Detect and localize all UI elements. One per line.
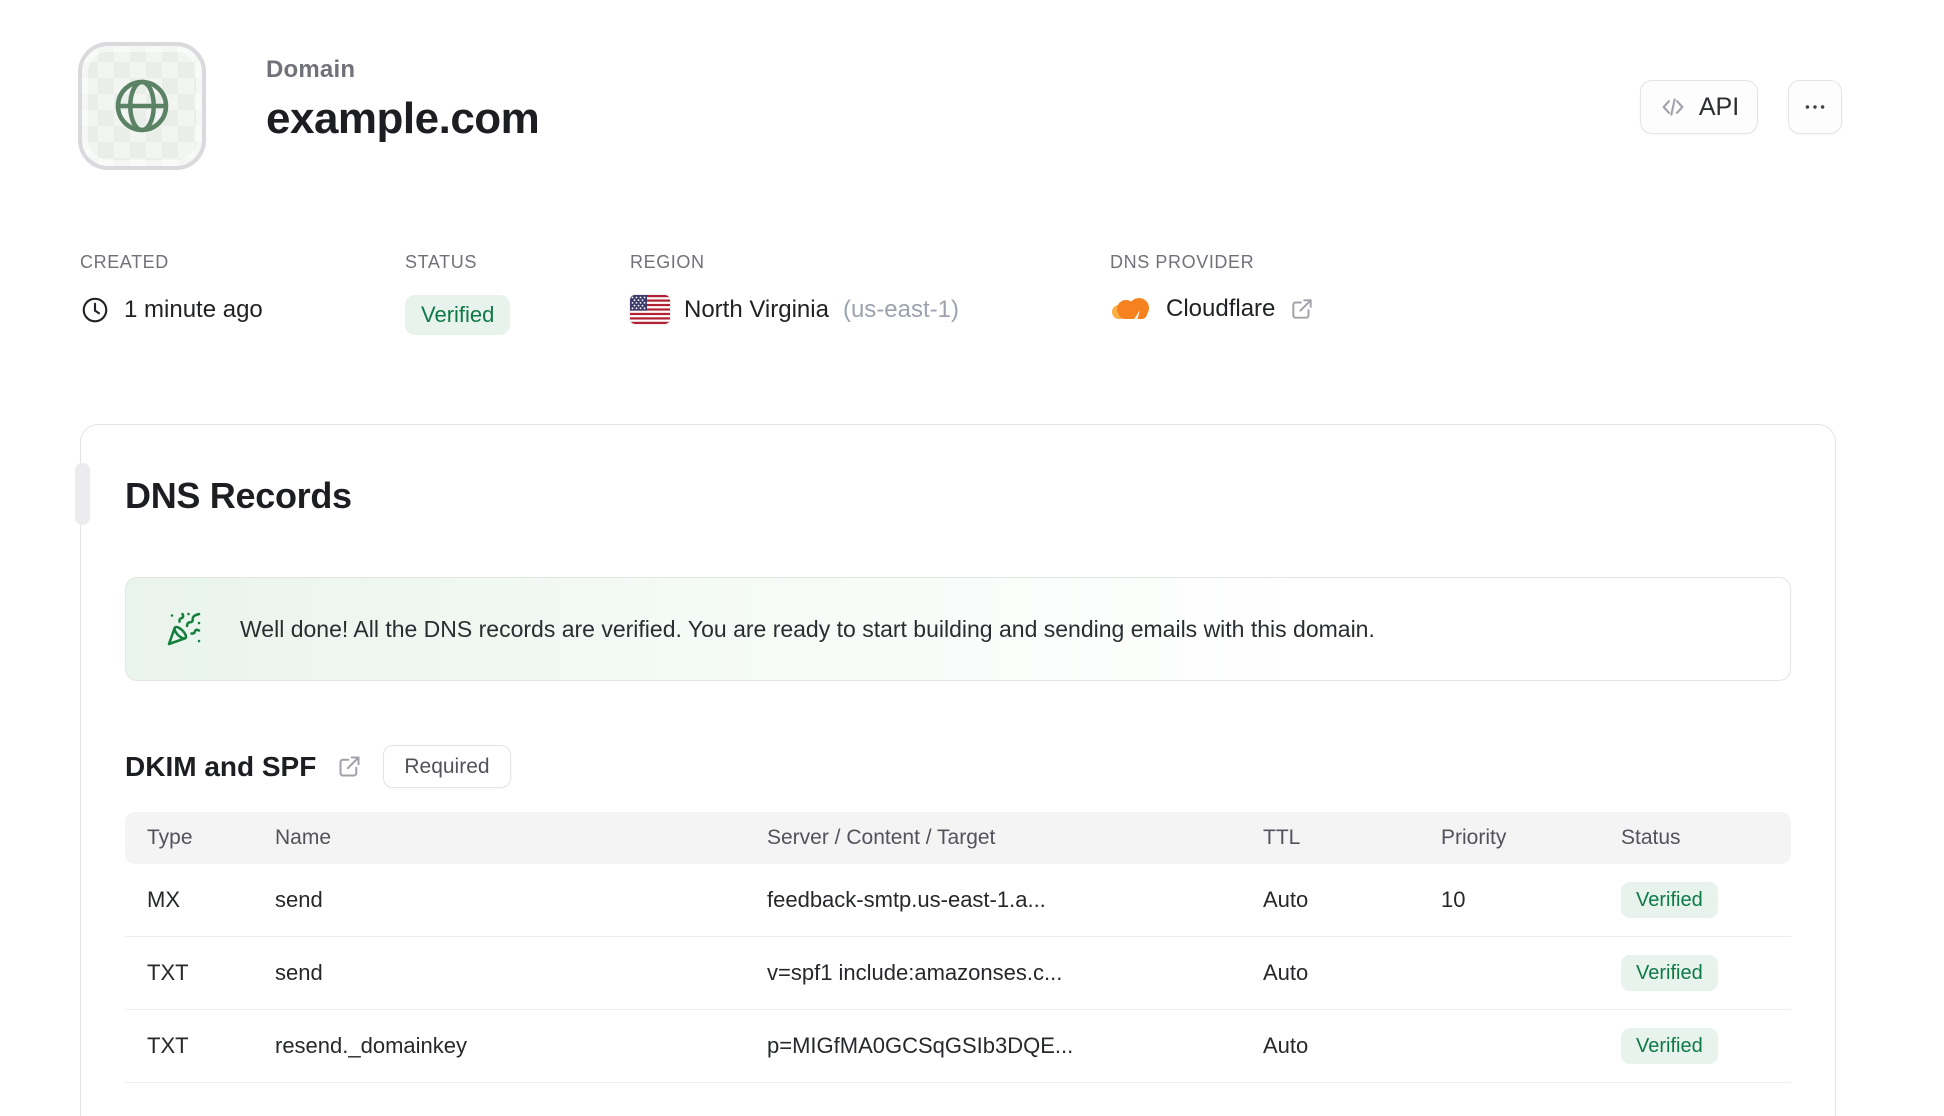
record-status-badge: Verified xyxy=(1621,955,1718,991)
dns-records-table: Type Name Server / Content / Target TTL … xyxy=(125,812,1791,1083)
record-content: feedback-smtp.us-east-1.a... xyxy=(767,887,1046,912)
success-banner-text: Well done! All the DNS records are verif… xyxy=(240,615,1375,642)
card-title: DNS Records xyxy=(125,475,352,516)
table-row[interactable]: MX send feedback-smtp.us-east-1.a... Aut… xyxy=(125,864,1791,937)
dns-provider-value: Cloudflare xyxy=(1166,295,1276,322)
party-popper-icon xyxy=(166,611,202,647)
domain-avatar xyxy=(78,42,206,170)
record-type: MX xyxy=(147,887,180,912)
external-link-icon[interactable] xyxy=(1289,296,1315,322)
page-eyebrow: Domain xyxy=(266,56,356,83)
column-header-name: Name xyxy=(275,826,332,849)
table-row[interactable]: TXT send v=spf1 include:amazonses.c... A… xyxy=(125,937,1791,1010)
api-button-label: API xyxy=(1698,92,1740,121)
record-name: resend._domainkey xyxy=(275,1033,468,1058)
code-icon xyxy=(1659,93,1687,121)
column-header-status: Status xyxy=(1621,826,1681,849)
record-ttl: Auto xyxy=(1263,1033,1309,1058)
header-actions: API xyxy=(1640,80,1842,134)
ellipsis-icon xyxy=(1802,94,1828,120)
record-status-badge: Verified xyxy=(1621,882,1718,918)
page-title: example.com xyxy=(266,94,540,143)
more-options-button[interactable] xyxy=(1788,80,1842,134)
column-header-priority: Priority xyxy=(1441,826,1507,849)
region-value: North Virginia xyxy=(684,295,829,323)
region-code: (us-east-1) xyxy=(842,295,959,323)
record-priority: 10 xyxy=(1441,887,1466,912)
record-name: send xyxy=(275,887,323,912)
domain-detail-page: Domain example.com API CREATED 1 minute … xyxy=(0,0,1944,1116)
us-flag-icon xyxy=(630,295,670,324)
column-header-type: Type xyxy=(147,826,193,849)
record-name: send xyxy=(275,960,323,985)
cloudflare-icon xyxy=(1110,295,1152,323)
clock-icon xyxy=(80,295,110,325)
status-badge: Verified xyxy=(405,295,511,336)
record-type: TXT xyxy=(147,960,189,985)
meta-region: REGION North Virginia (us-east-1) xyxy=(630,252,959,324)
record-content: p=MIGfMA0GCSqGSIb3DQE... xyxy=(767,1033,1074,1058)
table-row[interactable]: TXT resend._domainkey p=MIGfMA0GCSqGSIb3… xyxy=(125,1010,1791,1083)
dkim-spf-section-header: DKIM and SPF Required xyxy=(125,745,1791,788)
meta-status: STATUS Verified xyxy=(405,252,511,336)
dns-provider-label: DNS PROVIDER xyxy=(1110,252,1255,272)
required-badge: Required xyxy=(383,745,511,788)
record-type: TXT xyxy=(147,1033,189,1058)
region-label: REGION xyxy=(630,252,705,272)
card-anchor-indicator xyxy=(75,463,90,525)
record-status-badge: Verified xyxy=(1621,1028,1718,1064)
status-label: STATUS xyxy=(405,252,477,272)
column-header-content: Server / Content / Target xyxy=(767,826,996,849)
record-content: v=spf1 include:amazonses.c... xyxy=(767,960,1063,985)
meta-created: CREATED 1 minute ago xyxy=(80,252,263,325)
record-ttl: Auto xyxy=(1263,887,1309,912)
column-header-ttl: TTL xyxy=(1263,826,1301,849)
globe-icon xyxy=(110,74,174,138)
page-header: Domain example.com xyxy=(266,56,540,144)
created-label: CREATED xyxy=(80,252,169,272)
dns-records-card: DNS Records Well done! All the DNS recor… xyxy=(75,424,1836,1116)
section-title: DKIM and SPF xyxy=(125,750,317,782)
external-link-icon[interactable] xyxy=(336,753,363,780)
created-value: 1 minute ago xyxy=(124,296,263,323)
record-ttl: Auto xyxy=(1263,960,1309,985)
meta-dns-provider: DNS PROVIDER Cloudflare xyxy=(1110,252,1315,323)
table-header-row: Type Name Server / Content / Target TTL … xyxy=(125,812,1791,864)
success-banner: Well done! All the DNS records are verif… xyxy=(125,577,1791,681)
api-button[interactable]: API xyxy=(1640,80,1758,134)
